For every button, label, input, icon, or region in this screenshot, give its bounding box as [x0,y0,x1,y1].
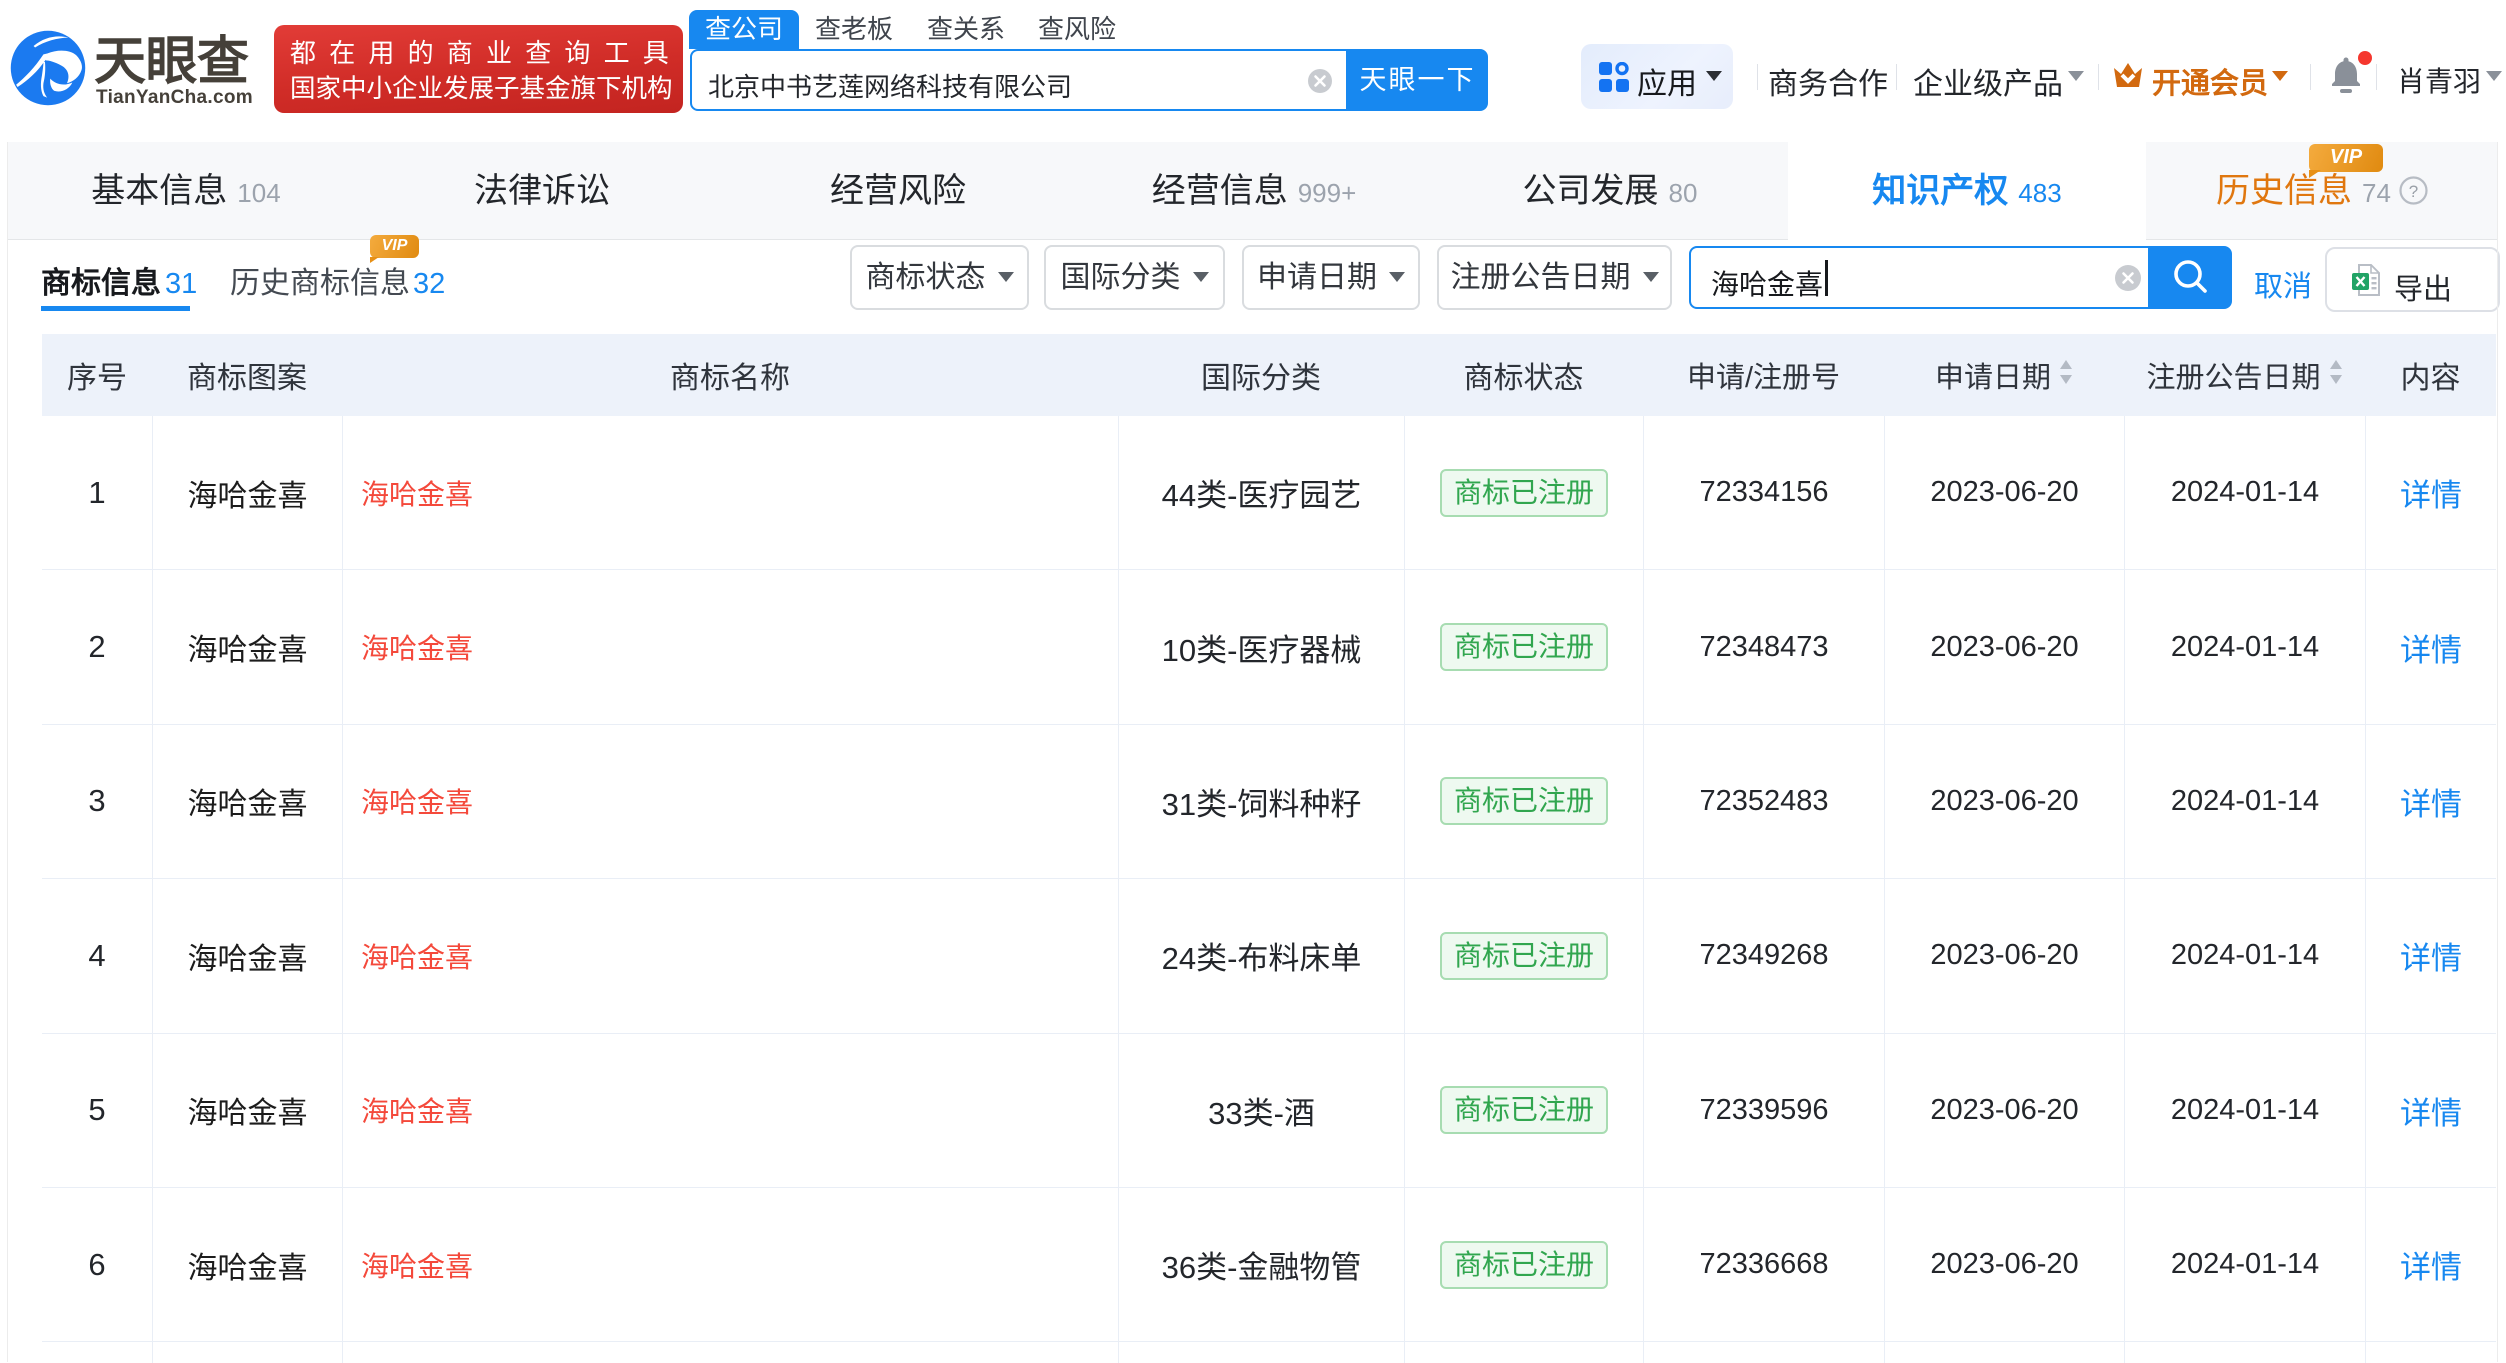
svg-text:?: ? [2409,182,2418,201]
